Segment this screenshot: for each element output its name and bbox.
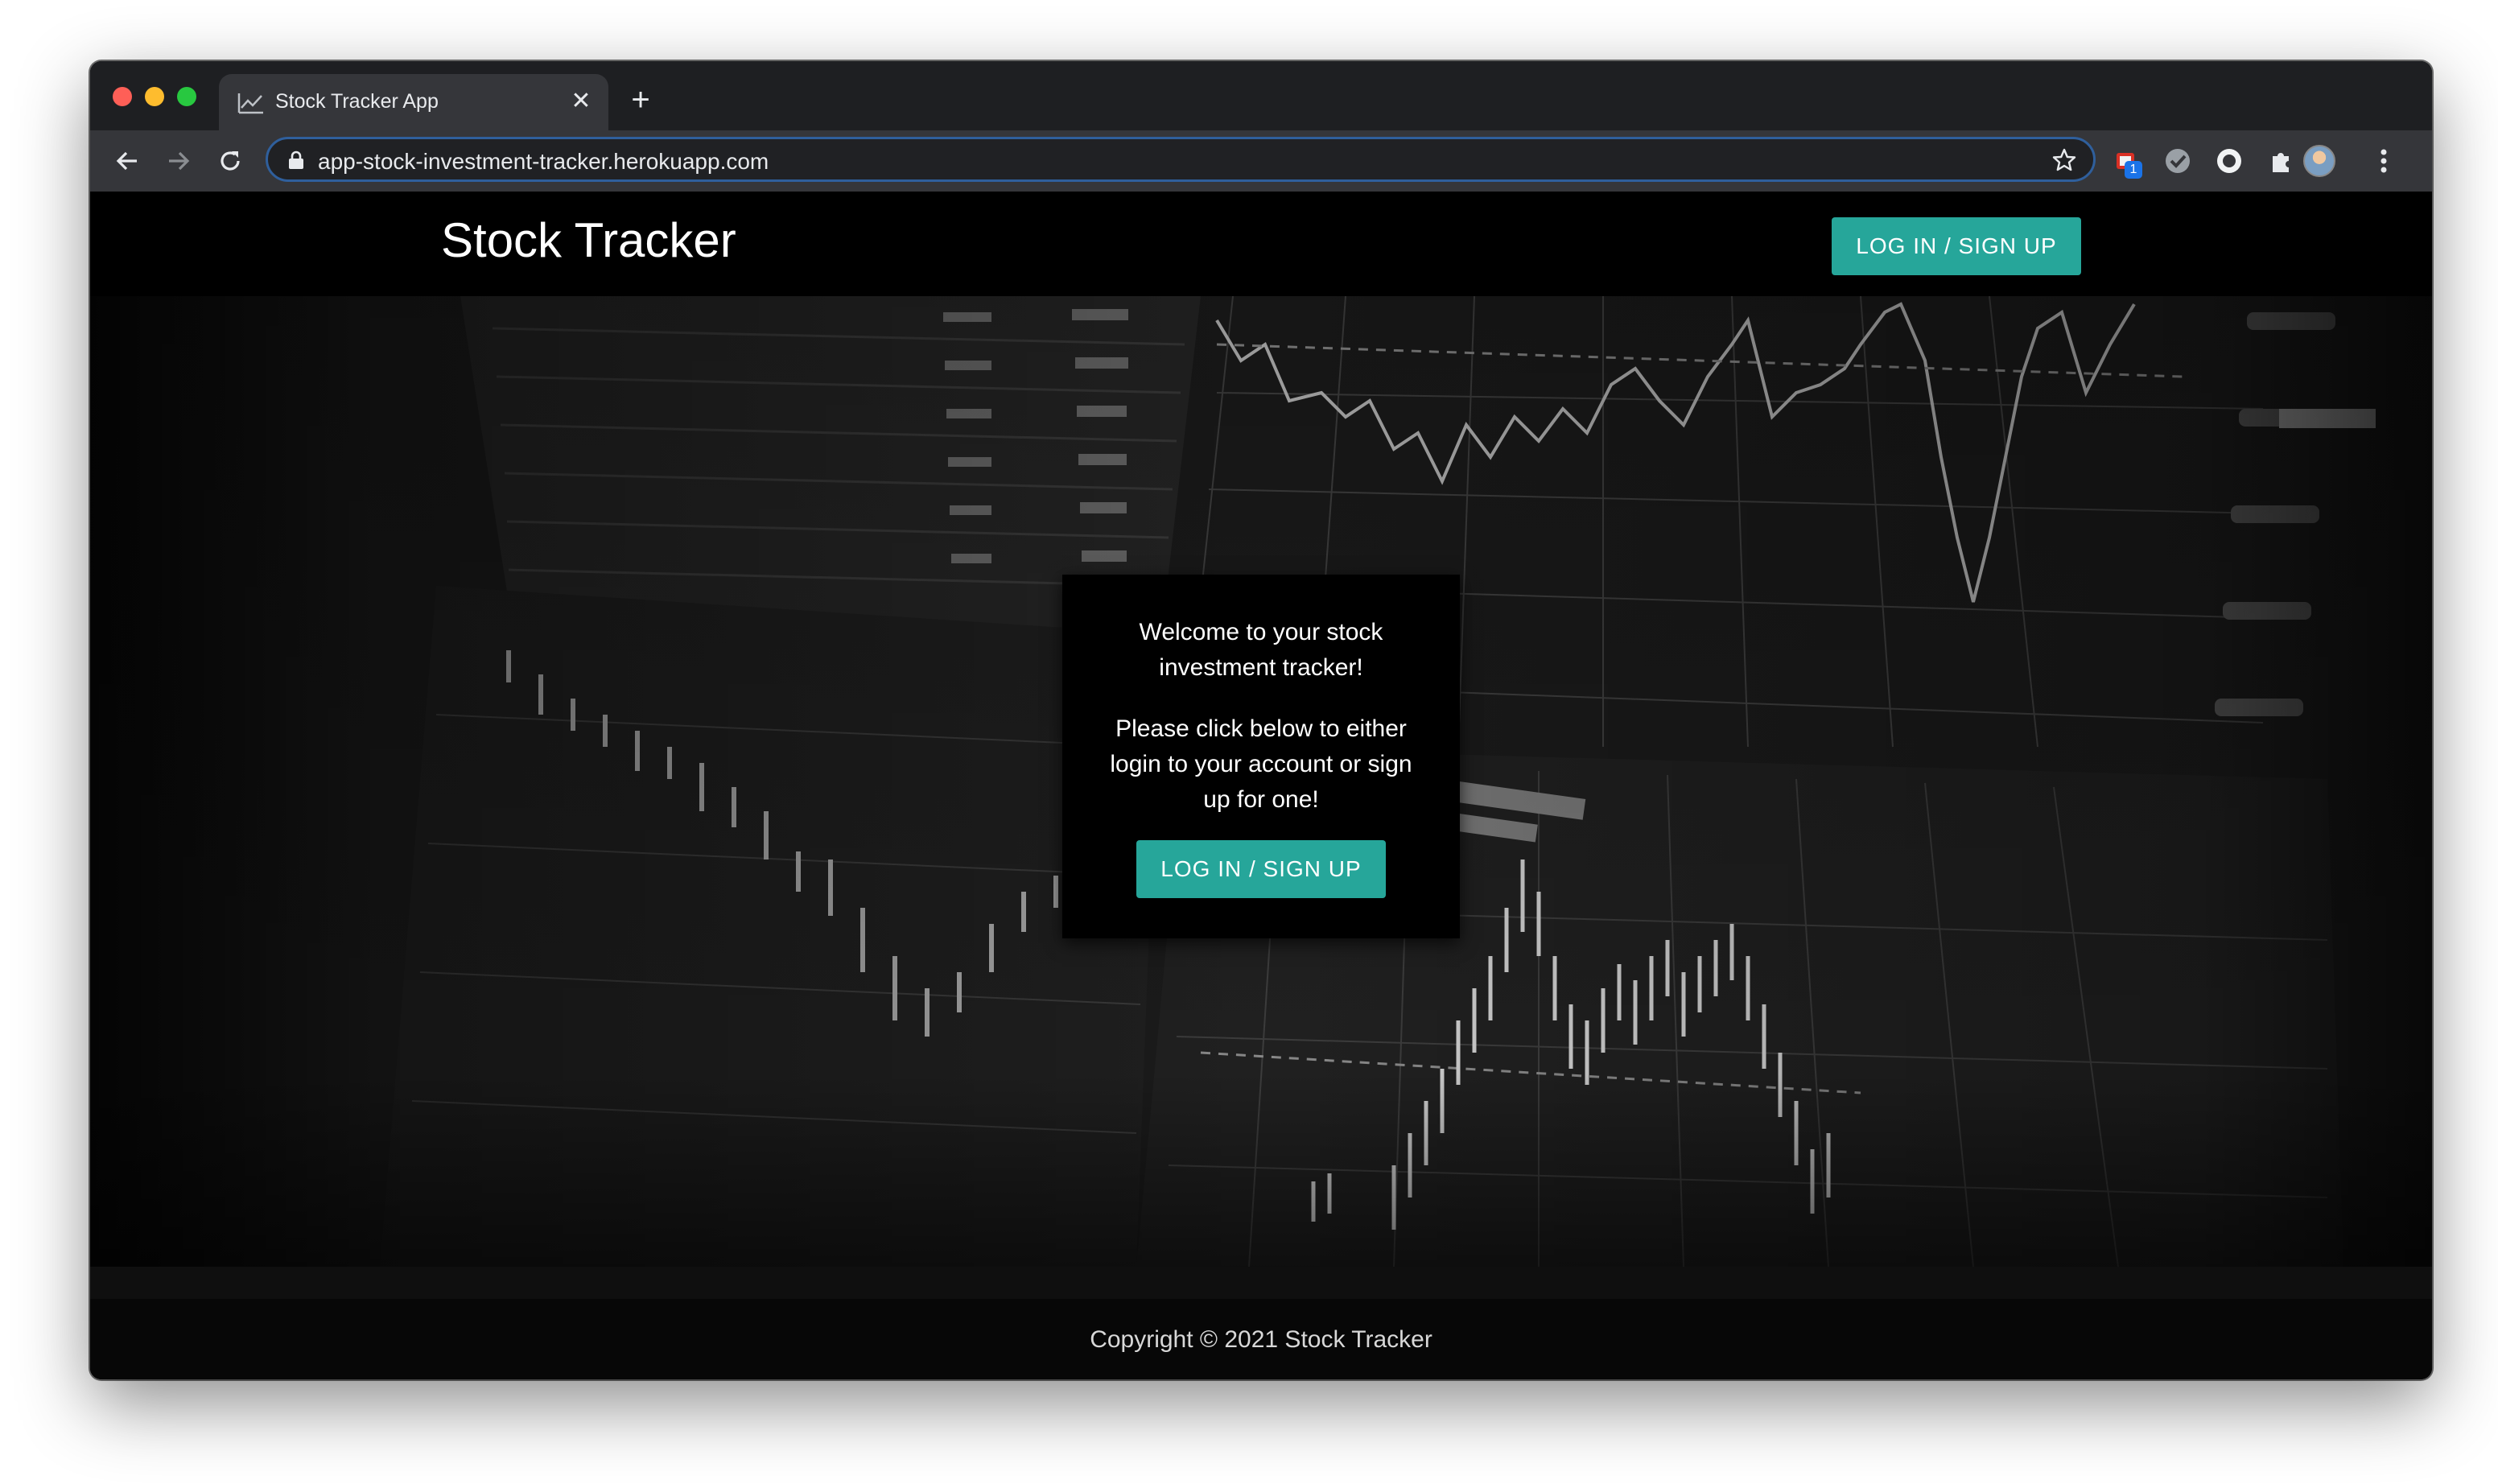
- more-vert-icon[interactable]: [2368, 145, 2400, 177]
- browser-window: Stock Tracker App ✕ + app-stock-investme…: [90, 61, 2432, 1379]
- chart-favicon-icon: [237, 93, 263, 114]
- browser-toolbar: app-stock-investment-tracker.herokuapp.c…: [90, 130, 2432, 192]
- tab-strip: Stock Tracker App ✕ +: [90, 61, 2432, 130]
- minimize-window-button[interactable]: [145, 87, 164, 106]
- checkmark-extension-icon[interactable]: [2163, 146, 2192, 175]
- reload-icon[interactable]: [214, 145, 246, 177]
- circle-extension-icon[interactable]: [2215, 146, 2244, 175]
- back-icon[interactable]: [111, 145, 143, 177]
- browser-tab[interactable]: Stock Tracker App ✕: [219, 74, 608, 130]
- card-login-button[interactable]: LOG IN / SIGN UP: [1136, 840, 1386, 898]
- maximize-window-button[interactable]: [177, 87, 196, 106]
- tab-close-icon[interactable]: ✕: [567, 87, 596, 116]
- forward-icon[interactable]: [163, 145, 195, 177]
- close-window-button[interactable]: [113, 87, 132, 106]
- tab-title: Stock Tracker App: [275, 90, 439, 113]
- new-tab-icon[interactable]: +: [624, 84, 657, 117]
- footer-divider: [90, 1267, 2432, 1299]
- hero-section: Welcome to your stock investment tracker…: [90, 296, 2432, 1267]
- welcome-message: Welcome to your stock investment tracker…: [1139, 619, 1383, 681]
- welcome-card: Welcome to your stock investment tracker…: [1062, 575, 1460, 938]
- extension-badge: 1: [2125, 161, 2142, 179]
- copyright-text: Copyright © 2021 Stock Tracker: [1090, 1326, 1432, 1353]
- profile-avatar[interactable]: [2303, 145, 2335, 177]
- site-footer: Copyright © 2021 Stock Tracker: [90, 1267, 2432, 1379]
- url-text: app-stock-investment-tracker.herokuapp.c…: [318, 149, 769, 174]
- site-header: Stock Tracker LOG IN / SIGN UP: [90, 192, 2432, 296]
- puzzle-icon[interactable]: [2266, 146, 2295, 175]
- star-icon[interactable]: [2051, 147, 2077, 173]
- header-login-button[interactable]: LOG IN / SIGN UP: [1832, 217, 2081, 275]
- brand-logo[interactable]: Stock Tracker: [441, 212, 736, 268]
- lock-icon: [289, 150, 303, 169]
- web-page: Stock Tracker LOG IN / SIGN UP Welcome t…: [90, 192, 2432, 1379]
- address-bar[interactable]: app-stock-investment-tracker.herokuapp.c…: [266, 137, 2096, 182]
- instruction-text: Please click below to either login to yo…: [1110, 715, 1412, 813]
